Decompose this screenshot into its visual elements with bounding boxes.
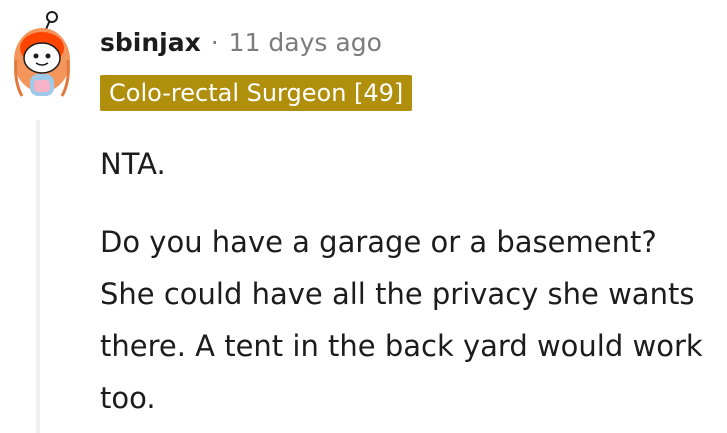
comment-header: sbinjax · 11 days ago	[100, 22, 382, 62]
timestamp-link[interactable]: 11 days ago	[229, 28, 382, 57]
meta-separator: ·	[210, 27, 219, 57]
comment-avatar[interactable]	[6, 4, 78, 104]
thread-line[interactable]	[36, 120, 40, 433]
comment-paragraph: Do you have a garage or a basement? She …	[100, 225, 703, 415]
snoo-avatar-icon	[14, 11, 70, 97]
username-link[interactable]: sbinjax	[100, 28, 201, 57]
comment-paragraph: NTA.	[100, 147, 166, 181]
user-flair-badge: Colo-rectal Surgeon [49]	[100, 75, 413, 111]
comment-body: NTA. Do you have a garage or a basement?…	[100, 138, 720, 433]
